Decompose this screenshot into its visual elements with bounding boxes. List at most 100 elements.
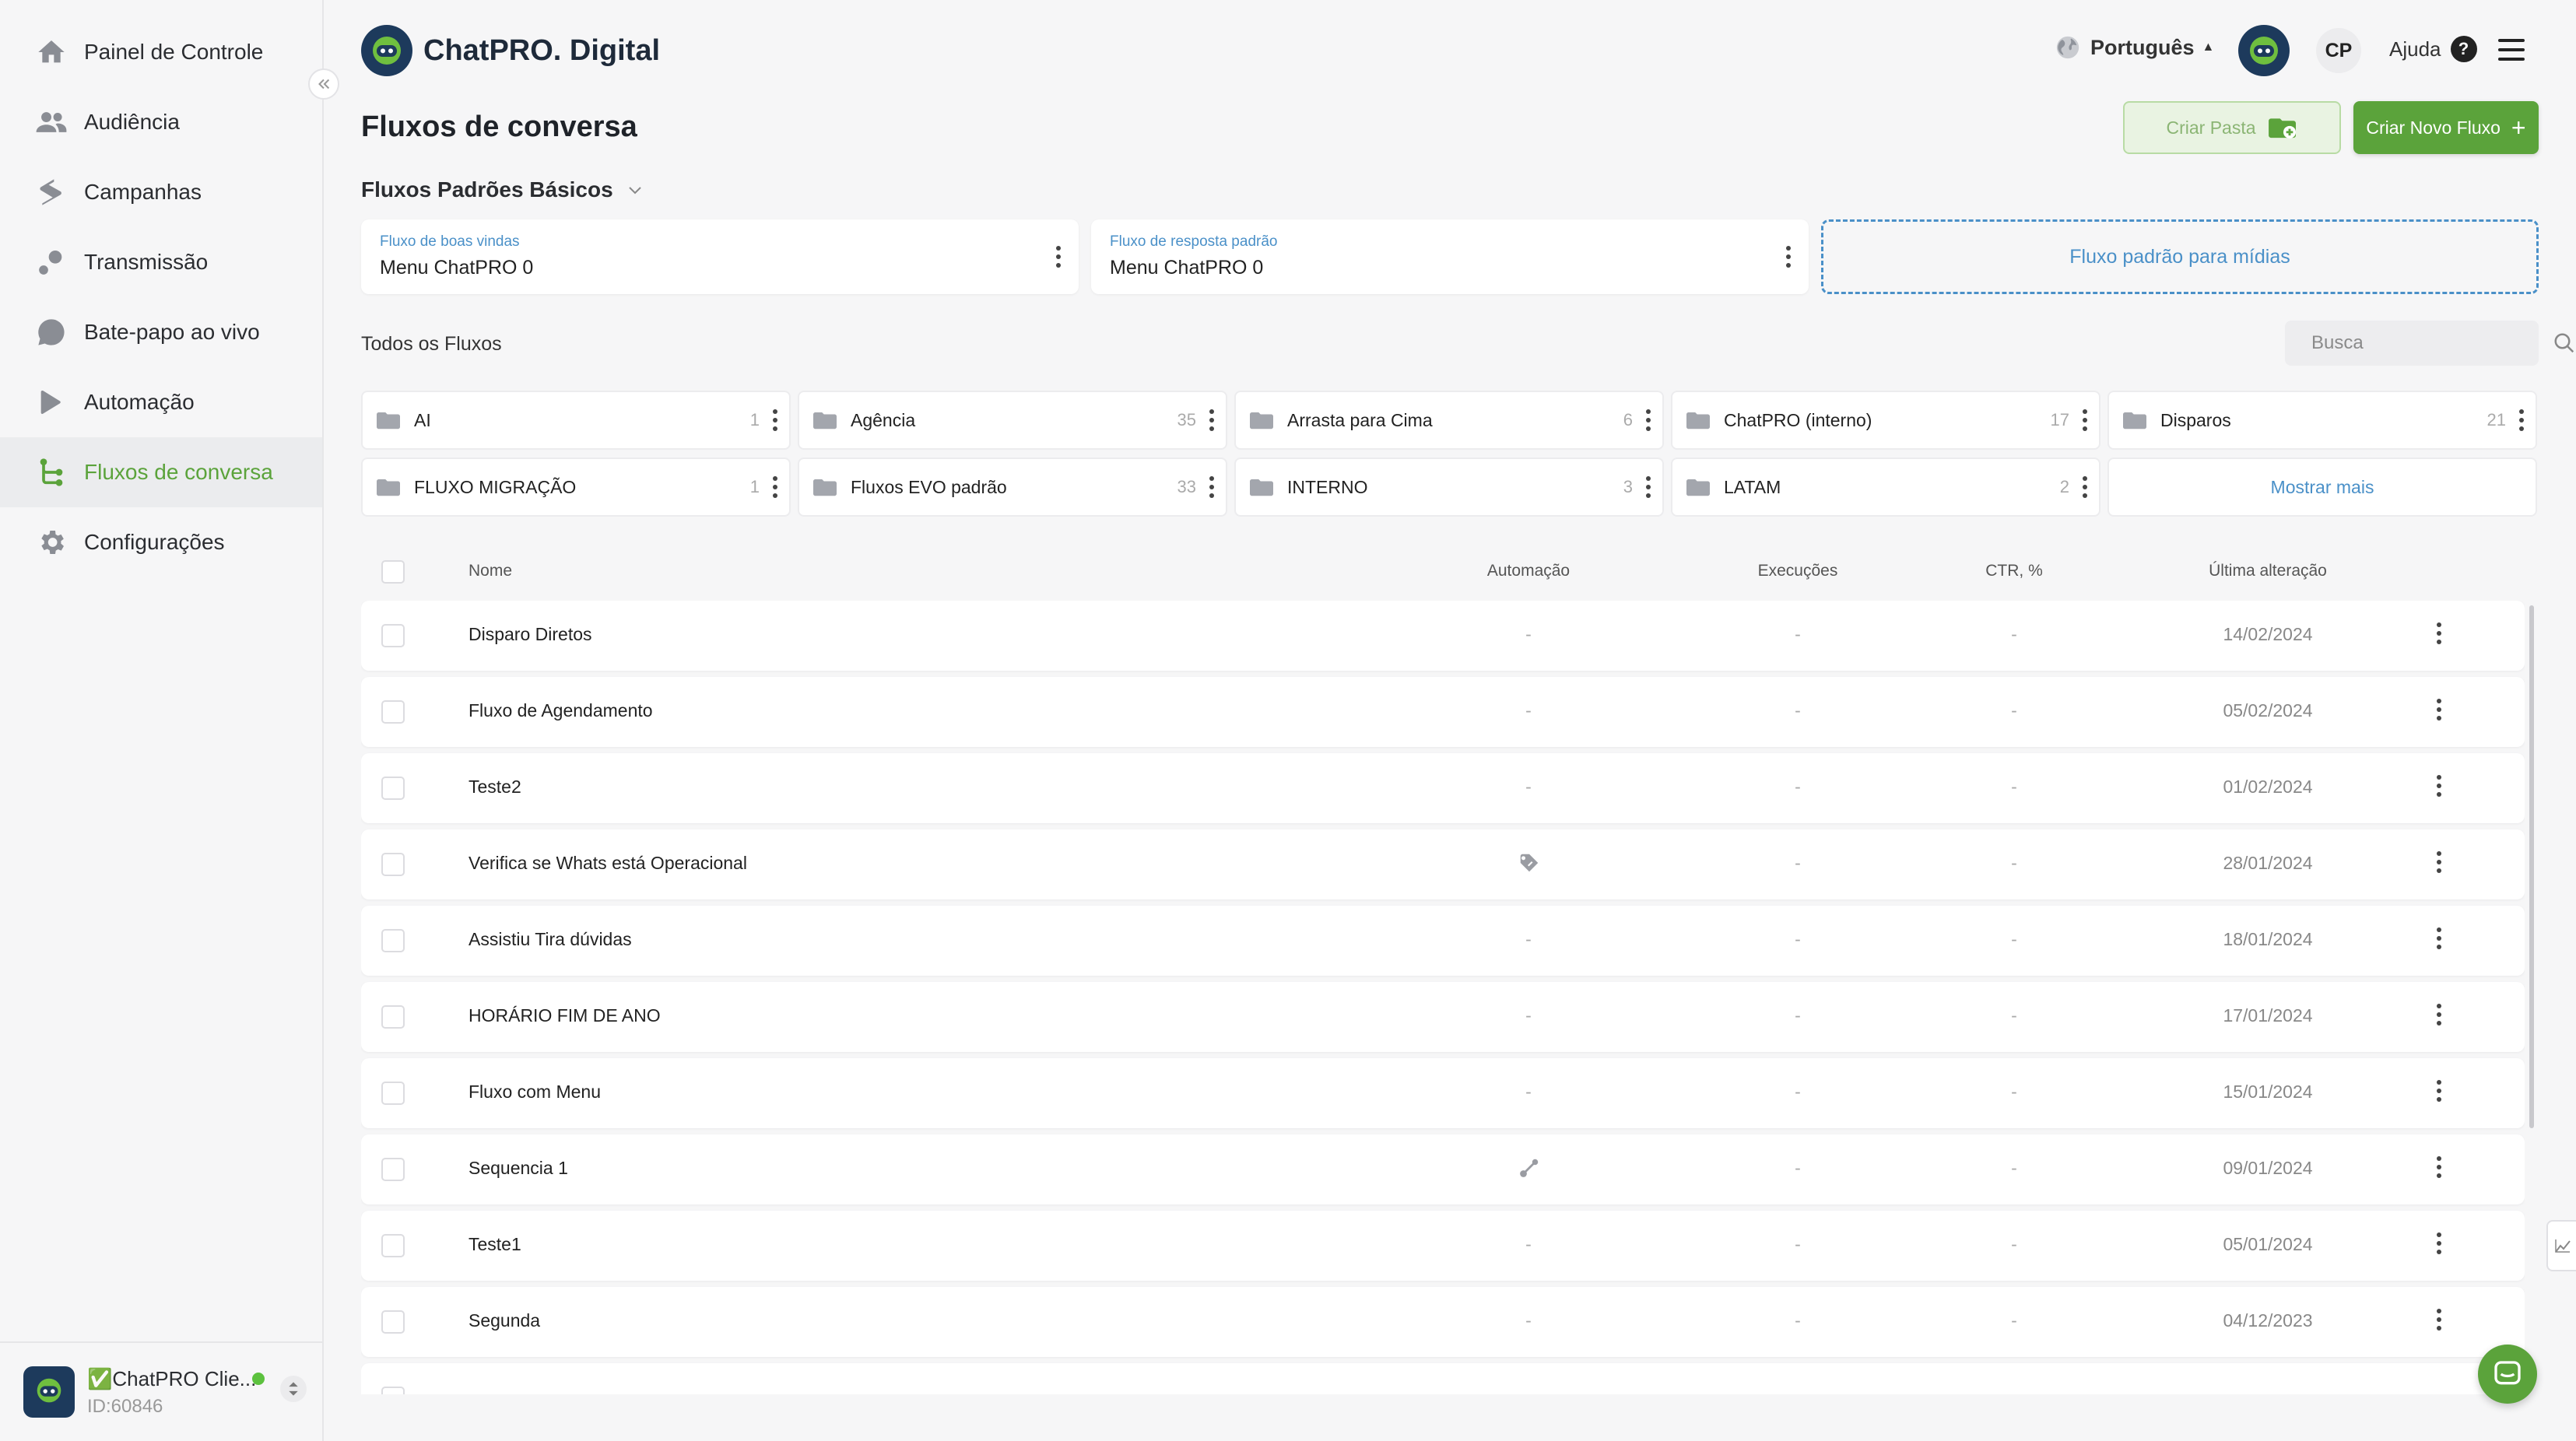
show-more-folders-button[interactable]: Mostrar mais [2107,458,2537,517]
folder-icon [1250,410,1273,430]
flow-name[interactable]: Teste2 [469,777,521,798]
support-chat-button[interactable] [2478,1345,2537,1404]
flow-name[interactable]: Disparo Diretos [469,624,592,645]
table-scrollbar[interactable] [2529,605,2534,1128]
kebab-menu-icon[interactable] [2436,699,2442,720]
flow-name[interactable]: Teste1 [469,1234,521,1255]
row-checkbox[interactable] [381,700,405,724]
flow-name[interactable]: Sequencia 1 [469,1158,568,1179]
kebab-menu-icon[interactable] [1785,246,1792,268]
table-row[interactable]: Teste2 - - - 01/02/2024 [361,753,2525,823]
folder-item[interactable]: ChatPRO (interno) 17 [1671,391,2100,450]
user-initials-badge[interactable]: CP [2316,28,2361,73]
flow-name[interactable]: Assistiu Tira dúvidas [469,929,632,950]
flow-name[interactable]: HORÁRIO FIM DE ANO [469,1005,661,1026]
column-header-executions[interactable]: Execuções [1728,562,1868,580]
kebab-menu-icon[interactable] [2436,1156,2442,1178]
language-selector[interactable]: Português ▲ [2055,34,2214,61]
row-checkbox[interactable] [381,624,405,647]
flow-name[interactable]: Verifica se Whats está Operacional [469,853,747,874]
flow-name[interactable]: Fluxo com Menu [469,1082,601,1103]
kebab-menu-icon[interactable] [772,476,778,498]
account-switcher[interactable]: ✅ChatPRO Clie... ID:60846 [0,1341,322,1441]
kebab-menu-icon[interactable] [1209,476,1215,498]
table-row[interactable]: Verifica se Whats está Operacional - - 2… [361,829,2525,899]
search-icon[interactable] [2553,331,2576,355]
sidebar-item-settings[interactable]: Configurações [0,507,322,577]
folder-item[interactable]: AI 1 [361,391,791,450]
kebab-menu-icon[interactable] [2082,476,2088,498]
select-all-checkbox[interactable] [381,560,405,584]
column-header-automation[interactable]: Automação [1454,562,1603,580]
kebab-menu-icon[interactable] [2436,1309,2442,1331]
kebab-menu-icon[interactable] [2436,1004,2442,1026]
row-checkbox[interactable] [381,1234,405,1257]
kebab-menu-icon[interactable] [2436,775,2442,797]
brand[interactable]: ChatPRO. Digital [361,25,660,76]
kebab-menu-icon[interactable] [1055,246,1062,268]
table-row[interactable]: Fluxo com Menu - - - 15/01/2024 [361,1058,2525,1128]
table-row[interactable]: Assistiu Tira dúvidas - - - 18/01/2024 [361,906,2525,976]
column-header-ctr[interactable]: CTR, % [1952,562,2076,580]
kebab-menu-icon[interactable] [2082,409,2088,431]
folder-item[interactable]: LATAM 2 [1671,458,2100,517]
sidebar-item-campaigns[interactable]: Campanhas [0,157,322,227]
row-checkbox[interactable] [381,1310,405,1334]
kebab-menu-icon[interactable] [2436,927,2442,949]
sidebar-item-automation[interactable]: Automação [0,367,322,437]
row-checkbox[interactable] [381,1387,405,1394]
feedback-side-tab[interactable] [2546,1220,2576,1271]
table-row[interactable]: Segunda - - - 04/12/2023 [361,1287,2525,1357]
create-new-flow-button[interactable]: Criar Novo Fluxo + [2353,101,2539,154]
kebab-menu-icon[interactable] [2436,1232,2442,1254]
sidebar-item-broadcast[interactable]: Transmissão [0,227,322,297]
row-checkbox[interactable] [381,777,405,800]
collapse-sidebar-button[interactable] [308,68,339,100]
row-checkbox[interactable] [381,1082,405,1105]
kebab-menu-icon[interactable] [1209,409,1215,431]
welcome-flow-card[interactable]: Fluxo de boas vindas Menu ChatPRO 0 [361,219,1079,294]
folder-icon [813,477,837,497]
table-row-partial[interactable] [361,1363,2525,1394]
search-input[interactable] [2311,332,2553,354]
table-row[interactable]: Fluxo de Agendamento - - - 05/02/2024 [361,677,2525,747]
folder-item[interactable]: FLUXO MIGRAÇÃO 1 [361,458,791,517]
kebab-menu-icon[interactable] [1645,476,1651,498]
flow-name[interactable]: Fluxo de Agendamento [469,700,653,721]
row-checkbox[interactable] [381,1005,405,1029]
default-flows-toggle[interactable]: Fluxos Padrões Básicos [361,177,644,202]
sidebar-item-conversation-flows[interactable]: Fluxos de conversa [0,437,322,507]
table-row[interactable]: Teste1 - - - 05/01/2024 [361,1211,2525,1281]
user-avatar[interactable] [2238,25,2290,76]
column-header-name[interactable]: Nome [469,562,512,580]
kebab-menu-icon[interactable] [2436,1080,2442,1102]
kebab-menu-icon[interactable] [2518,409,2525,431]
sidebar-item-dashboard[interactable]: Painel de Controle [0,17,322,87]
default-reply-flow-card[interactable]: Fluxo de resposta padrão Menu ChatPRO 0 [1091,219,1809,294]
create-folder-button[interactable]: Criar Pasta [2123,101,2341,154]
flow-name[interactable]: Segunda [469,1310,540,1331]
kebab-menu-icon[interactable] [1645,409,1651,431]
media-default-flow-slot[interactable]: Fluxo padrão para mídias [1821,219,2539,294]
sidebar-item-audience[interactable]: Audiência [0,87,322,157]
kebab-menu-icon[interactable] [2436,851,2442,873]
folder-item[interactable]: Disparos 21 [2107,391,2537,450]
folder-item[interactable]: Agência 35 [798,391,1227,450]
table-row[interactable]: HORÁRIO FIM DE ANO - - - 17/01/2024 [361,982,2525,1052]
search-box[interactable] [2285,321,2574,366]
help-link[interactable]: Ajuda ? [2389,36,2477,62]
folder-item[interactable]: Arrasta para Cima 6 [1234,391,1664,450]
folder-item[interactable]: INTERNO 3 [1234,458,1664,517]
row-checkbox[interactable] [381,1158,405,1181]
column-header-last-modified[interactable]: Última alteração [2159,562,2377,580]
kebab-menu-icon[interactable] [772,409,778,431]
switch-account-icon[interactable] [280,1376,307,1402]
table-row[interactable]: Disparo Diretos - - - 14/02/2024 [361,601,2525,671]
folder-item[interactable]: Fluxos EVO padrão 33 [798,458,1227,517]
table-row[interactable]: Sequencia 1 - - 09/01/2024 [361,1134,2525,1204]
sidebar-item-live-chat[interactable]: Bate-papo ao vivo [0,297,322,367]
row-checkbox[interactable] [381,929,405,952]
kebab-menu-icon[interactable] [2436,622,2442,644]
row-checkbox[interactable] [381,853,405,876]
hamburger-menu-icon[interactable] [2498,37,2526,62]
